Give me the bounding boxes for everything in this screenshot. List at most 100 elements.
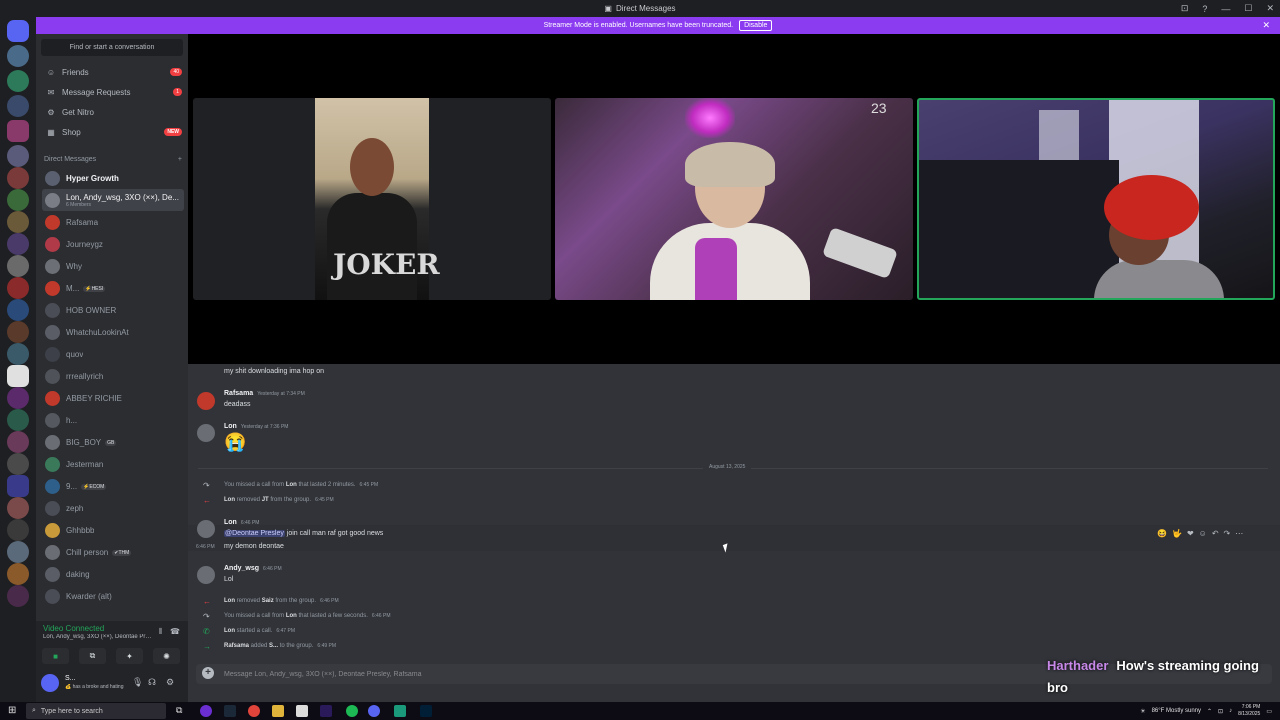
attach-plus-icon[interactable]: +: [202, 667, 214, 679]
message-input[interactable]: [222, 666, 1022, 682]
reply-icon[interactable]: ↶: [1212, 529, 1219, 538]
dm-item[interactable]: daking: [42, 564, 184, 585]
server-icon[interactable]: [7, 453, 29, 475]
server-icon[interactable]: [7, 211, 29, 233]
server-icon[interactable]: [7, 120, 29, 142]
inbox-icon[interactable]: ⊡: [1181, 3, 1189, 14]
dm-item[interactable]: ABBEY RICHIE: [42, 388, 184, 409]
tray-chevron-icon[interactable]: ⌃: [1207, 708, 1212, 715]
avatar[interactable]: [197, 424, 215, 442]
server-icon[interactable]: [7, 189, 29, 211]
create-dm-icon[interactable]: +: [178, 156, 182, 163]
dm-item[interactable]: Why: [42, 256, 184, 277]
activity-button[interactable]: ✦: [116, 648, 143, 664]
dm-item[interactable]: Journeygz: [42, 234, 184, 255]
windows-start-icon[interactable]: ⊞: [8, 705, 16, 716]
server-icon[interactable]: [7, 585, 29, 607]
dm-item[interactable]: Jesterman: [42, 454, 184, 475]
server-icon[interactable]: [7, 70, 29, 92]
find-conversation-button[interactable]: Find or start a conversation: [41, 39, 183, 56]
dm-item-selected-group[interactable]: Lon, Andy_wsg, 3XO (××), De... 6 Members: [42, 189, 184, 211]
video-tile[interactable]: [555, 98, 913, 300]
dm-item[interactable]: Chill person ✔THM: [42, 542, 184, 563]
server-icon[interactable]: [7, 343, 29, 365]
avatar[interactable]: [41, 674, 59, 692]
disconnect-icon[interactable]: ☎: [170, 627, 180, 636]
server-icon[interactable]: [7, 519, 29, 541]
camera-button[interactable]: ■: [42, 648, 69, 664]
dm-item[interactable]: M... ⚡HESI: [42, 278, 184, 299]
help-icon[interactable]: ?: [1202, 4, 1207, 14]
server-icon[interactable]: [7, 95, 29, 117]
premiere-icon[interactable]: [320, 705, 332, 717]
dm-item[interactable]: WhatchuLookinAt: [42, 322, 184, 343]
more-options-icon[interactable]: ⋯: [1235, 529, 1243, 538]
forward-icon[interactable]: ↷: [1224, 529, 1231, 538]
server-icon[interactable]: [7, 255, 29, 277]
soundboard-button[interactable]: ✺: [153, 648, 180, 664]
server-icon[interactable]: [7, 145, 29, 167]
dm-item[interactable]: Hyper Growth: [42, 168, 184, 189]
dm-item[interactable]: h...: [42, 410, 184, 431]
server-icon[interactable]: [7, 431, 29, 453]
chrome-icon[interactable]: [248, 705, 260, 717]
network-icon[interactable]: ⊡: [1218, 708, 1223, 715]
dm-item[interactable]: BIG_BOY GB: [42, 432, 184, 453]
taskbar-search[interactable]: ⌕ Type here to search: [26, 703, 166, 719]
close-window-button[interactable]: ✕: [1266, 3, 1274, 14]
avatar[interactable]: [197, 520, 215, 538]
server-icon[interactable]: [7, 299, 29, 321]
nav-message-requests[interactable]: ✉ Message Requests 1: [42, 83, 182, 101]
spotify-icon[interactable]: [346, 705, 358, 717]
close-banner-icon[interactable]: ✕: [1262, 20, 1270, 31]
headphones-icon[interactable]: ☊: [148, 677, 156, 688]
server-icon[interactable]: [7, 497, 29, 519]
avatar[interactable]: [197, 392, 215, 410]
discord-taskbar-icon[interactable]: [368, 705, 380, 717]
disable-streamer-mode-button[interactable]: Disable: [739, 20, 773, 31]
server-icon[interactable]: [7, 475, 29, 497]
server-icon[interactable]: [7, 563, 29, 585]
nav-shop[interactable]: ▦ Shop NEW: [42, 123, 182, 141]
server-icon[interactable]: [7, 321, 29, 343]
dm-item[interactable]: zeph: [42, 498, 184, 519]
maximize-button[interactable]: ☐: [1244, 3, 1252, 14]
voice-channel-name[interactable]: Lon, Andy_wsg, 3XO (××), Deontae Presley…: [43, 634, 153, 640]
dm-item[interactable]: 9... ⚡ECOM: [42, 476, 184, 497]
weather-text[interactable]: 86°F Mostly sunny: [1152, 708, 1201, 714]
noise-suppression-icon[interactable]: ⦀: [158, 627, 162, 637]
dm-item[interactable]: HOB OWNER: [42, 300, 184, 321]
dm-item[interactable]: Ghhbbb: [42, 520, 184, 541]
app-icon[interactable]: [200, 705, 212, 717]
server-icon[interactable]: [7, 167, 29, 189]
server-icon[interactable]: [7, 365, 29, 387]
volume-icon[interactable]: ♪: [1229, 708, 1232, 714]
server-icon[interactable]: [7, 233, 29, 255]
minimize-button[interactable]: —: [1221, 4, 1230, 14]
steam-icon[interactable]: [224, 705, 236, 717]
nav-get-nitro[interactable]: ⚙ Get Nitro: [42, 103, 182, 121]
video-tile-speaking[interactable]: [917, 98, 1275, 300]
reaction-emoji[interactable]: ❤: [1187, 529, 1194, 538]
video-tile[interactable]: JOKER: [193, 98, 551, 300]
photoshop-icon[interactable]: [420, 705, 432, 717]
user-mention[interactable]: @Deontae Presley: [224, 530, 285, 537]
app-icon[interactable]: [394, 705, 406, 717]
message-author[interactable]: Andy_wsg 6:46 PM: [224, 565, 282, 572]
nav-friends[interactable]: ☺ Friends 40: [42, 63, 182, 81]
taskbar-clock[interactable]: 7:06 PM 8/13/2025: [1238, 704, 1260, 718]
dm-item[interactable]: Kwarder (alt): [42, 586, 184, 607]
notifications-icon[interactable]: ▭: [1266, 708, 1272, 715]
dm-item[interactable]: rrreallyrich: [42, 366, 184, 387]
file-explorer-icon[interactable]: [272, 705, 284, 717]
server-icon[interactable]: [7, 277, 29, 299]
store-icon[interactable]: [296, 705, 308, 717]
message-author[interactable]: Lon Yesterday at 7:36 PM: [224, 423, 288, 430]
dm-item[interactable]: quov: [42, 344, 184, 365]
add-reaction-icon[interactable]: ☺: [1199, 529, 1207, 538]
dm-item[interactable]: Rafsama: [42, 212, 184, 233]
server-icon[interactable]: [7, 541, 29, 563]
server-icon[interactable]: [7, 45, 29, 67]
reaction-emoji[interactable]: 😆: [1157, 529, 1167, 538]
home-button[interactable]: [7, 20, 29, 42]
